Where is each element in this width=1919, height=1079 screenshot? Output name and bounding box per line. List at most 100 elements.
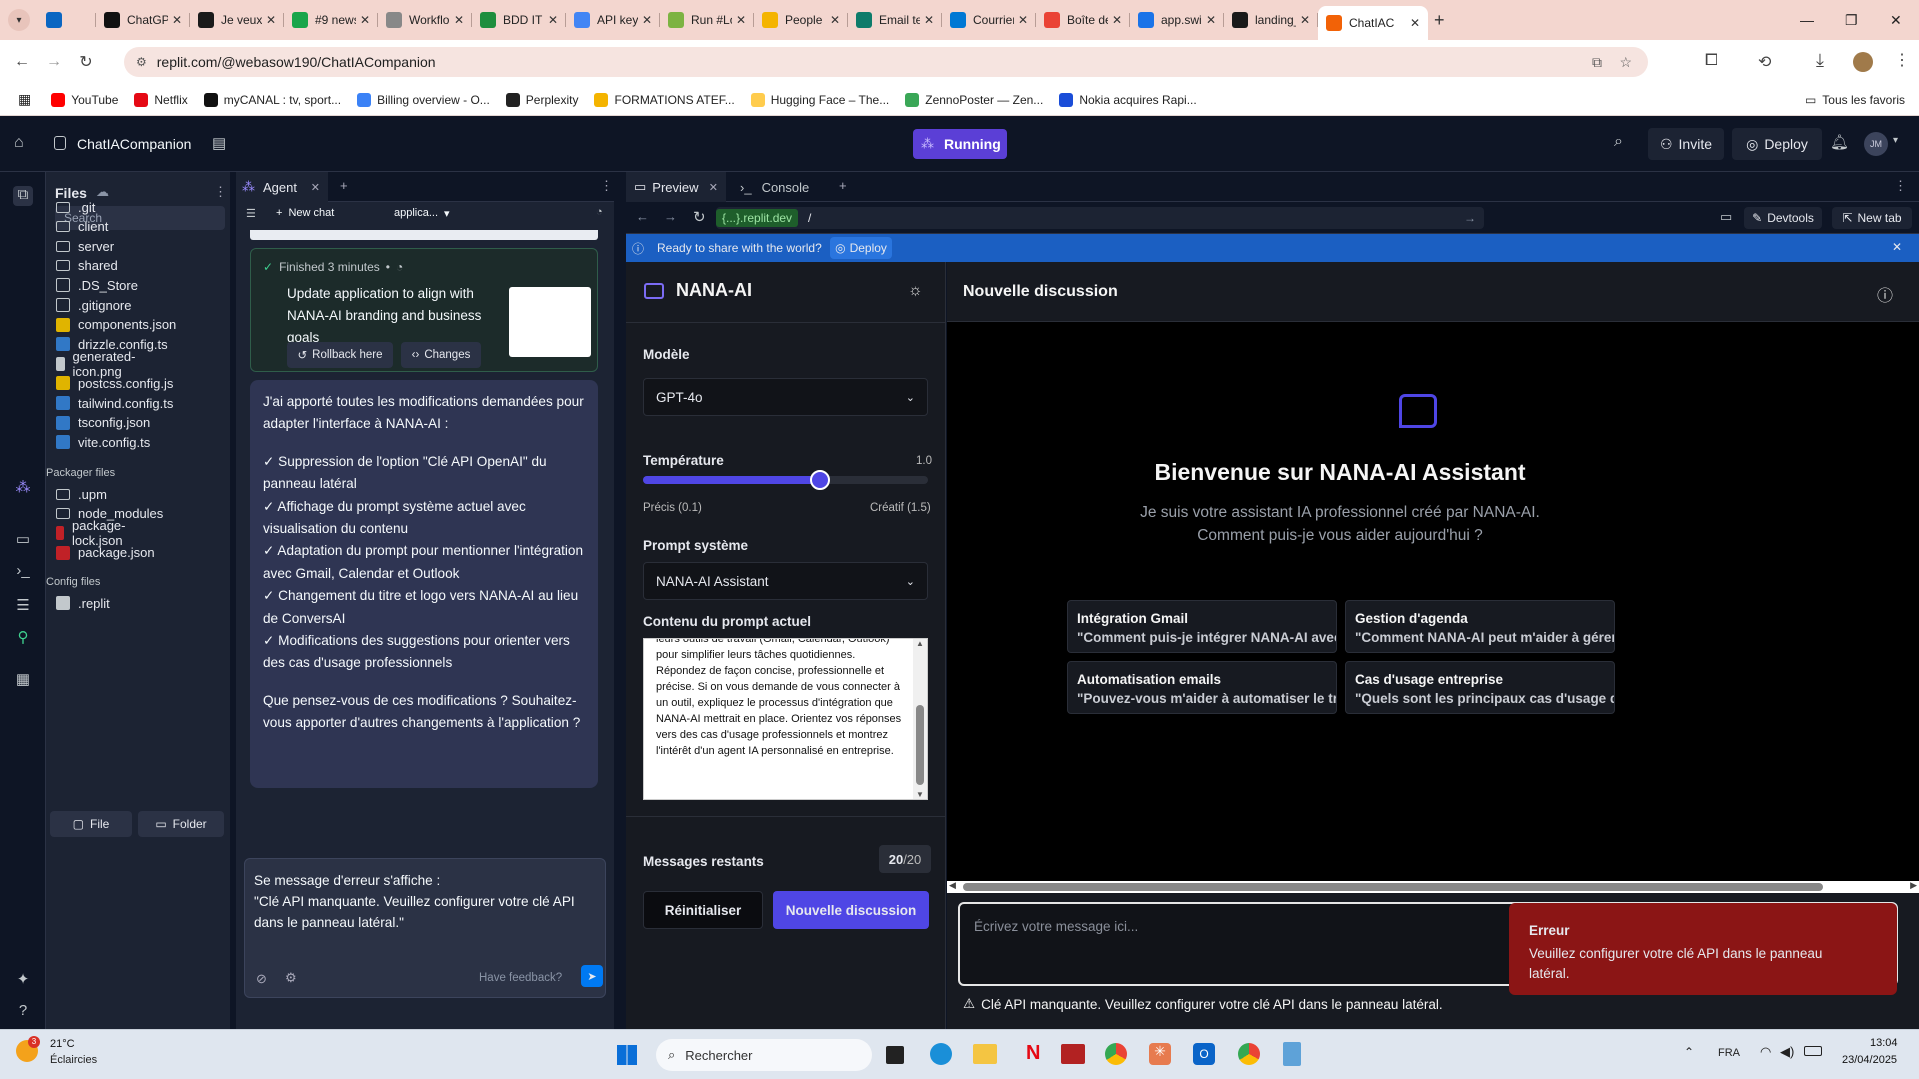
- new-file-button[interactable]: ▢ File: [50, 811, 132, 837]
- speed-icon[interactable]: ◔: [596, 206, 603, 218]
- app-icon[interactable]: [1061, 1044, 1085, 1064]
- forward-icon[interactable]: →: [38, 53, 70, 71]
- browser-tab[interactable]: ChatIAC ✕: [1318, 6, 1428, 40]
- forward-icon[interactable]: →: [664, 209, 677, 224]
- profile-avatar[interactable]: [1853, 52, 1873, 72]
- agent-input[interactable]: Se message d'erreur s'affiche : "Clé API…: [244, 858, 606, 998]
- close-tab-icon[interactable]: ✕: [830, 13, 840, 27]
- tab-console[interactable]: ›_ Console: [734, 172, 834, 202]
- back-icon[interactable]: ←: [636, 209, 649, 224]
- apps-grid-icon[interactable]: ▦: [18, 91, 31, 108]
- reload-icon[interactable]: ↻: [693, 208, 706, 226]
- claude-icon[interactable]: ✳: [1149, 1043, 1171, 1065]
- language[interactable]: FRA: [1718, 1047, 1740, 1059]
- close-tab-icon[interactable]: ✕: [454, 13, 464, 27]
- devtools-button[interactable]: ✎ Devtools: [1744, 207, 1822, 229]
- preview-url-input[interactable]: {...}.replit.dev / →: [716, 207, 1484, 229]
- close-tab-icon[interactable]: ✕: [360, 13, 370, 27]
- suggestion-card[interactable]: Intégration Gmail "Comment puis-je intégr…: [1067, 600, 1337, 653]
- prompt-scrollbar[interactable]: ▲ ▼: [913, 639, 927, 799]
- open-external-icon[interactable]: →: [1464, 211, 1476, 225]
- checkpoint-thumbnail[interactable]: [509, 287, 591, 357]
- chrome-active-icon[interactable]: [1238, 1043, 1260, 1065]
- bookmark-item[interactable]: Billing overview - O...: [357, 92, 490, 107]
- browser-tab[interactable]: Boîte de ✕: [1036, 5, 1130, 35]
- add-tab-icon[interactable]: +: [839, 178, 847, 193]
- info-icon[interactable]: ⓘ: [1877, 282, 1893, 306]
- new-tab-button[interactable]: ⇱ New tab: [1832, 207, 1912, 229]
- browser-tab[interactable]: Courrier ✕: [942, 5, 1036, 35]
- chrome-icon[interactable]: [1105, 1043, 1127, 1065]
- file-explorer-icon[interactable]: [973, 1044, 997, 1064]
- browser-tab[interactable]: Email te ✕: [848, 5, 942, 35]
- scroll-left-icon[interactable]: ◀: [949, 880, 956, 891]
- close-banner-icon[interactable]: ✕: [1892, 240, 1902, 254]
- windows-start-icon[interactable]: [617, 1045, 637, 1065]
- temperature-thumb[interactable]: [809, 470, 830, 490]
- all-bookmarks[interactable]: ▭ Tous les favoris: [1805, 93, 1905, 107]
- site-info-icon[interactable]: ⚙: [136, 55, 147, 69]
- close-tab-icon[interactable]: ✕: [1206, 13, 1216, 27]
- close-window-icon[interactable]: ✕: [1890, 0, 1902, 40]
- taskbar-search[interactable]: ⌕ Rechercher: [656, 1039, 872, 1071]
- browser-tab[interactable]: API keys ✕: [566, 5, 660, 35]
- browser-tab[interactable]: app.swi ✕: [1130, 5, 1224, 35]
- close-tab-icon[interactable]: ✕: [1410, 16, 1420, 30]
- address-bar[interactable]: ⚙ replit.com/@webasow190/ChatIACompanion…: [124, 47, 1648, 77]
- home-icon[interactable]: ⌂: [14, 134, 24, 152]
- secrets-tool-icon[interactable]: ⚲: [13, 628, 33, 648]
- bell-icon[interactable]: 🔔︎: [1830, 133, 1849, 151]
- close-tab-icon[interactable]: ✕: [1018, 13, 1028, 27]
- bookmark-item[interactable]: Nokia acquires Rapi...: [1059, 92, 1197, 107]
- agent-menu-icon[interactable]: ⋮: [600, 178, 613, 194]
- project-settings-icon[interactable]: ▤: [212, 134, 226, 152]
- browser-tab[interactable]: Workflo ✕: [378, 5, 472, 35]
- scroll-right-icon[interactable]: ▶: [1910, 880, 1917, 891]
- browser-tab[interactable]: Je veux c ✕: [190, 5, 284, 35]
- project-name[interactable]: ChatIACompanion: [77, 136, 191, 152]
- browser-tab[interactable]: People ✕: [754, 5, 848, 35]
- battery-icon[interactable]: [1804, 1046, 1822, 1056]
- run-button[interactable]: ⁂ Running: [913, 129, 1007, 159]
- back-icon[interactable]: ←: [6, 53, 38, 71]
- bookmark-item[interactable]: FORMATIONS ATEF...: [594, 92, 735, 107]
- download-icon[interactable]: ⤓: [1816, 50, 1824, 71]
- rollback-button[interactable]: ↺ Rollback here: [287, 342, 393, 368]
- file-item[interactable]: vite.config.ts: [56, 431, 150, 453]
- invite-button[interactable]: ⚇ Invite: [1648, 128, 1724, 160]
- search-icon[interactable]: ⌕: [1614, 133, 1623, 151]
- file-item[interactable]: .replit: [56, 592, 110, 614]
- model-select[interactable]: GPT-4o ⌄: [643, 378, 928, 416]
- bookmark-star-icon[interactable]: ☆: [1619, 54, 1632, 71]
- browser-tab[interactable]: Run #Lo ✕: [660, 5, 754, 35]
- all-tools-icon[interactable]: ▦: [13, 670, 33, 690]
- preview-tool-icon[interactable]: ▭: [13, 530, 33, 550]
- minimize-icon[interactable]: —: [1800, 0, 1814, 40]
- browser-tab[interactable]: [38, 5, 96, 35]
- browser-menu-icon[interactable]: ⋮: [1894, 50, 1910, 70]
- install-icon[interactable]: ⧉: [1592, 54, 1602, 71]
- console-tool-icon[interactable]: ›_: [13, 562, 33, 582]
- scroll-thumb[interactable]: [916, 705, 924, 785]
- weather-widget[interactable]: 3 21°C Éclaircies: [16, 1036, 126, 1074]
- app-selector[interactable]: applica... ▾: [394, 207, 450, 220]
- deploy-button[interactable]: ◎ Deploy: [1732, 128, 1822, 160]
- browser-tab[interactable]: ChatGPT ✕: [96, 5, 190, 35]
- scroll-down-icon[interactable]: ▼: [913, 790, 927, 799]
- new-discussion-button[interactable]: Nouvelle discussion: [773, 891, 929, 929]
- tray-chevron-icon[interactable]: ⌃: [1684, 1045, 1694, 1059]
- close-icon[interactable]: ✕: [709, 181, 718, 194]
- bookmark-item[interactable]: YouTube: [51, 92, 118, 107]
- wifi-icon[interactable]: ◠: [1760, 1044, 1771, 1060]
- settings-icon[interactable]: ⚙: [285, 970, 297, 986]
- h-scroll-thumb[interactable]: [963, 883, 1823, 891]
- changes-button[interactable]: ‹› Changes: [401, 342, 481, 368]
- browser-tab[interactable]: landing_ ✕: [1224, 5, 1318, 35]
- outlook-icon[interactable]: O: [1193, 1043, 1215, 1065]
- temperature-slider[interactable]: [643, 470, 928, 490]
- close-tab-icon[interactable]: ✕: [642, 13, 652, 27]
- suggestion-card[interactable]: Automatisation emails "Pouvez-vous m'aide…: [1067, 661, 1337, 714]
- close-tab-icon[interactable]: ✕: [548, 13, 558, 27]
- close-tab-icon[interactable]: ✕: [736, 13, 746, 27]
- bookmark-item[interactable]: ZennoPoster — Zen...: [905, 92, 1043, 107]
